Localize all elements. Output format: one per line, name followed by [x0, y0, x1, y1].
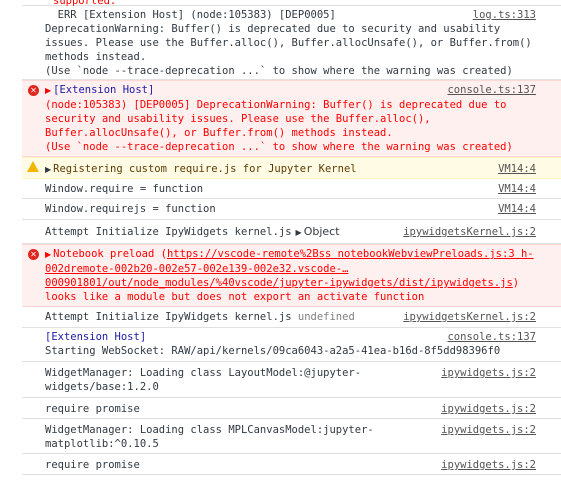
triangle-right-icon[interactable]: ▶ [45, 84, 51, 98]
console-message: ipywidgets.js:2 require promise [22, 454, 561, 475]
console-message: ipywidgets.js:2 WidgetManager: Loading c… [22, 419, 561, 454]
message-text: Attempt Initialize IpyWidgets kernel.js [45, 226, 292, 238]
message-header[interactable]: [Extension Host] [53, 84, 154, 96]
console-message: ipywidgets.js:2 WidgetManager: Loading c… [22, 362, 561, 398]
error-circle-icon: ✕ [28, 85, 39, 96]
console-message: ipywidgetsKernel.js:2 Attempt Initialize… [22, 307, 561, 328]
message-prefix: Notebook preload ( [53, 248, 167, 260]
console-warning-message: VM14:4 ▶ Registering custom require.js fo… [22, 157, 561, 179]
source-link[interactable]: console.ts:137 [447, 330, 536, 344]
source-link[interactable]: VM14:4 [498, 202, 536, 216]
message-text: Attempt Initialize IpyWidgets kernel.js [45, 311, 292, 323]
message-text: Starting WebSocket: RAW/api/kernels/09ca… [45, 345, 501, 357]
devtools-console: supported. log.ts:313 ERR [Extension Hos… [0, 0, 561, 487]
console-message: ipywidgetsKernel.js:2 Attempt Initialize… [22, 220, 561, 244]
console-message: VM14:4 Window.requirejs = function [22, 199, 561, 220]
console-error-message: ✕ console.ts:137 ▶ [Extension Host] (node… [22, 80, 561, 157]
message-text: DeprecationWarning: Buffer() is deprecat… [45, 23, 532, 77]
message-text: (node:105383) [DEP0005] DeprecationWarni… [45, 99, 513, 153]
source-link[interactable]: console.ts:137 [447, 83, 536, 97]
message-text: Window.require = function [45, 183, 204, 195]
source-link[interactable]: VM14:4 [498, 162, 536, 176]
console-message: VM14:4 Window.require = function [22, 179, 561, 199]
source-link[interactable]: ipywidgets.js:2 [441, 366, 536, 380]
console-message: console.ts:137 [Extension Host] Starting… [22, 328, 561, 362]
source-link[interactable]: log.ts:313 [473, 8, 536, 22]
warning-triangle-icon [27, 161, 39, 172]
source-link[interactable]: ipywidgetsKernel.js:2 [403, 310, 536, 324]
console-error-message: ✕ ▶ Notebook preload (https://vscode-remo… [22, 244, 561, 307]
console-message: log.ts:313 ERR [Extension Host] (node:10… [22, 6, 561, 80]
undefined-value: undefined [297, 311, 355, 323]
error-circle-icon: ✕ [28, 249, 39, 260]
message-text: Registering custom require.js for Jupyte… [53, 163, 357, 175]
source-link[interactable]: VM14:4 [498, 182, 536, 196]
console-message: ipywidgets.js:2 require promise [22, 398, 561, 419]
message-text: Window.requirejs = function [45, 203, 216, 215]
triangle-right-icon[interactable]: ▶ [45, 248, 51, 262]
source-link[interactable]: ipywidgets.js:2 [441, 458, 536, 472]
triangle-right-icon[interactable]: ▶ [296, 226, 302, 240]
object-preview[interactable]: Object [304, 225, 340, 238]
triangle-right-icon[interactable]: ▶ [45, 163, 51, 177]
message-prefix: ERR [Extension Host] (node:105383) [DEP0… [45, 9, 336, 21]
source-link[interactable]: ipywidgets.js:2 [441, 402, 536, 416]
source-link[interactable]: ipywidgetsKernel.js:2 [403, 225, 536, 239]
source-link[interactable]: ipywidgets.js:2 [441, 423, 536, 437]
